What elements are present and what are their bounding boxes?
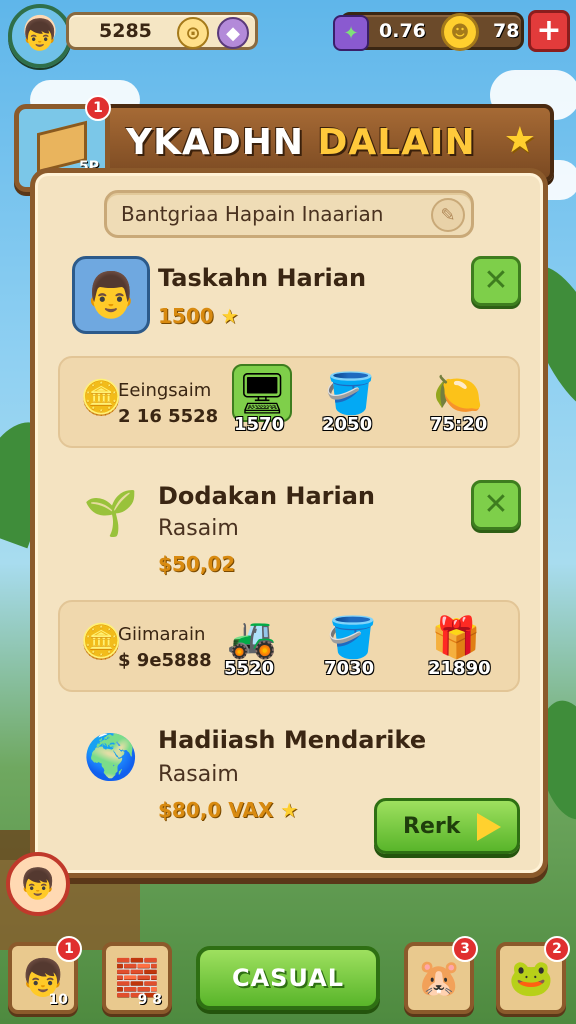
task-2-title: Dodakan Harian: [158, 482, 376, 510]
player-face-icon: 👦: [21, 18, 59, 53]
x-icon: ✕: [483, 263, 509, 298]
reward-item-count: 75:20: [430, 414, 488, 435]
reward-row-1-value: 2 16 5528: [118, 406, 219, 427]
slot-4-badge: 2: [544, 936, 570, 962]
claim-button[interactable]: Rerk: [374, 798, 520, 854]
creature-icon: 🐸: [508, 958, 554, 999]
bottom-slot-pet[interactable]: 🐹 3: [404, 936, 478, 1014]
task-2-subtitle: Rasaim: [158, 516, 239, 541]
reward-item-count: 7030: [324, 658, 375, 679]
task-1-close-button[interactable]: ✕: [471, 256, 521, 306]
x-icon: ✕: [483, 487, 509, 522]
coin-stack-icon: 🪙: [80, 622, 123, 662]
stat-1-value: 5285: [99, 20, 152, 42]
slot-1-badge: 1: [56, 936, 82, 962]
search-field[interactable]: Bantgriaa Hapain Inaarian ✎: [104, 190, 474, 238]
add-currency-button[interactable]: +: [528, 10, 570, 52]
reward-item[interactable]: 🪣 2050: [308, 364, 396, 444]
task-1-title: Taskahn Harian: [158, 264, 367, 292]
friend-avatar[interactable]: 👦: [6, 852, 70, 916]
reward-row-2-value: $ 9e5888: [118, 650, 212, 671]
title-part-2: DALAIN: [317, 122, 476, 163]
task-1-reward: 1500 ★: [158, 304, 239, 328]
bottom-slot-profile[interactable]: 👦 10 1: [8, 936, 82, 1014]
task-3-reward: $80,0 VAX ★: [158, 798, 299, 822]
reward-item-count: 5520: [224, 658, 275, 679]
reward-item[interactable]: 🍋 75:20: [416, 364, 504, 444]
task-3-subtitle: Rasaim: [158, 762, 239, 787]
resource-bar-left: 5285 ⊙ ◆: [66, 12, 258, 50]
search-text: Bantgriaa Hapain Inaarian: [121, 202, 384, 226]
reward-row-2-label: Giimarain: [118, 624, 206, 645]
coin-icon: ☻: [441, 13, 479, 51]
slot-3-badge: 3: [452, 936, 478, 962]
pin-icon[interactable]: ⊙: [177, 17, 209, 49]
reward-item-count: 1570: [234, 414, 285, 435]
resource-bar-right: ✦ 0.76 ☻ 78: [333, 12, 524, 51]
reward-item[interactable]: 🚜 5520: [210, 608, 298, 688]
reward-row-2: 🪙 Giimarain $ 9e5888 🚜 5520 🪣 7030 🎁 218…: [58, 600, 520, 692]
arrow-right-icon: [477, 813, 501, 841]
pencil-icon[interactable]: ✎: [431, 198, 465, 232]
character-icon: 👨: [72, 256, 150, 334]
plant-icon: 🌱: [83, 488, 139, 539]
gem-icon[interactable]: ◆: [217, 17, 249, 49]
page-title: YKADHN DALAIN: [126, 122, 476, 163]
task-3-title: Hadiiash Mendarike: [158, 726, 427, 754]
claim-button-label: Rerk: [403, 813, 461, 839]
reward-item-count: 21890: [428, 658, 491, 679]
slot-2-caption: 9 8: [137, 992, 162, 1008]
reward-row-1-label: Eeingsaim: [118, 380, 212, 401]
friend-face-icon: 👦: [19, 866, 57, 902]
slot-1-caption: 10: [48, 992, 68, 1008]
badge-notification: 1: [85, 95, 111, 121]
hamster-icon: 🐹: [416, 958, 462, 999]
casual-mode-button[interactable]: CASUAL: [196, 946, 380, 1010]
reward-item-count: 2050: [322, 414, 373, 435]
coin-stack-icon: 🪙: [80, 378, 123, 418]
star-icon: ★: [220, 304, 239, 328]
gift-icon[interactable]: ✦: [333, 15, 369, 51]
player-avatar[interactable]: 👦: [8, 4, 72, 68]
task-2-reward: $50,02: [158, 552, 236, 576]
reward-item[interactable]: 🪣 7030: [310, 608, 398, 688]
star-icon: ★: [503, 120, 536, 161]
star-icon: ★: [280, 798, 299, 822]
plus-icon: +: [536, 13, 562, 48]
title-part-1: YKADHN: [126, 122, 304, 163]
casual-button-label: CASUAL: [231, 964, 345, 992]
stat-2-value: 0.76: [379, 20, 426, 42]
reward-item[interactable]: 🖥 1570: [220, 364, 308, 444]
reward-item[interactable]: 🎁 21890: [414, 608, 502, 688]
coins-value: 78: [493, 20, 520, 42]
task-2-close-button[interactable]: ✕: [471, 480, 521, 530]
reward-row-1: 🪙 Eeingsaim 2 16 5528 🖥 1570 🪣 2050 🍋 75…: [58, 356, 520, 448]
bottom-slot-inventory[interactable]: 🧱 9 8: [102, 942, 172, 1014]
bottom-slot-pet-2[interactable]: 🐸 2: [496, 936, 570, 1014]
task-item-1: 👨 Taskahn Harian 1500 ★ ✕: [58, 250, 526, 340]
task-item-2: 🌱 Dodakan Harian Rasaim $50,02 ✕: [58, 468, 526, 578]
globe-icon: 🌍: [83, 732, 139, 783]
